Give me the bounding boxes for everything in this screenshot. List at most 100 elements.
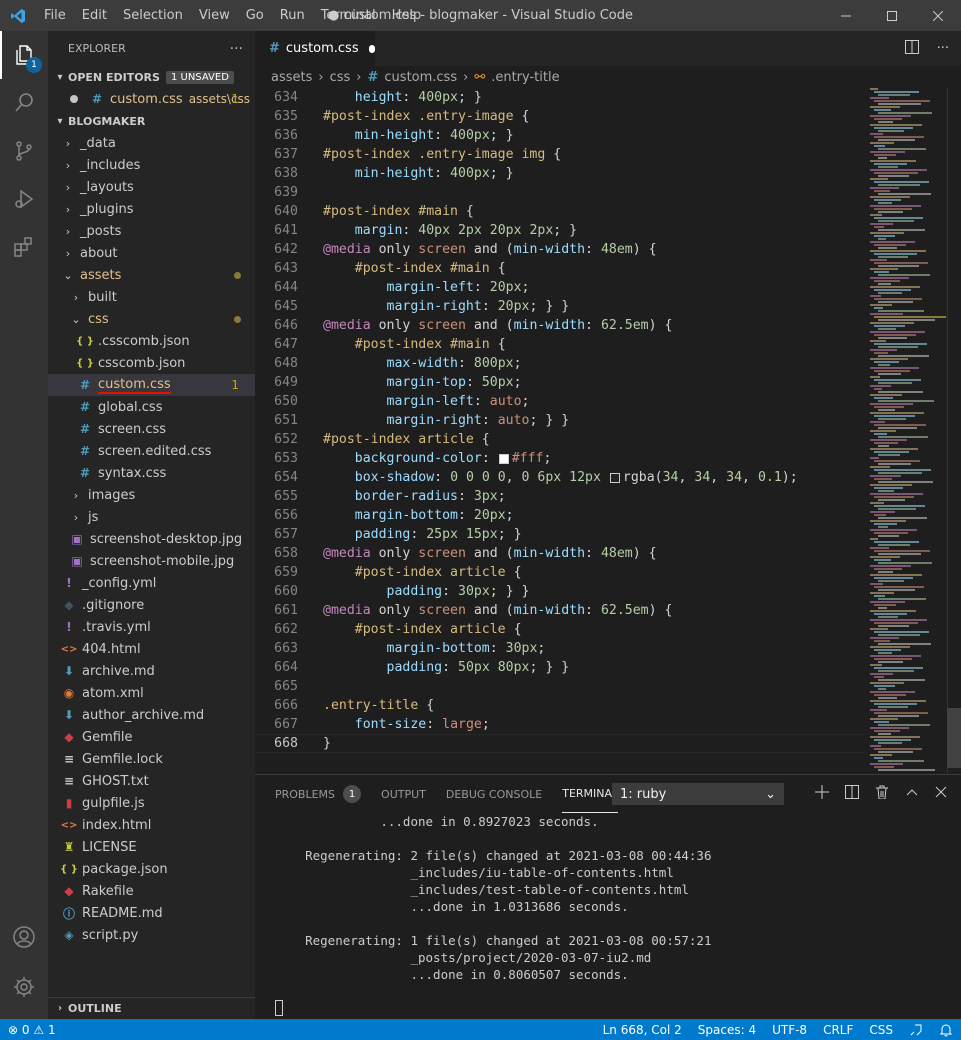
tab-output[interactable]: OUTPUT <box>381 775 426 813</box>
tree-item-custom-css[interactable]: # custom.css 1 <box>48 374 255 396</box>
tree-item--includes[interactable]: › _includes <box>48 154 255 176</box>
tree-item-404-html[interactable]: <> 404.html <box>48 638 255 660</box>
breadcrumb-item[interactable]: custom.css <box>384 70 457 85</box>
editor-scrollbar[interactable] <box>947 88 961 773</box>
html-file-icon: <> <box>60 819 78 831</box>
tree-item-built[interactable]: › built <box>48 286 255 308</box>
open-editor-item[interactable]: # custom.css assets\css 1 <box>48 88 255 110</box>
tree-item--plugins[interactable]: › _plugins <box>48 198 255 220</box>
menu-help[interactable]: Help <box>384 0 430 31</box>
tab-terminal[interactable]: TERMINAL <box>562 775 619 813</box>
tree-item-readme-md[interactable]: ⓘ README.md <box>48 902 255 924</box>
more-actions-icon[interactable]: ··· <box>230 41 243 57</box>
more-actions-icon[interactable]: ··· <box>937 41 949 56</box>
tree-item-css[interactable]: ⌄ css <box>48 308 255 330</box>
tree-item-screenshot-desktop-jpg[interactable]: ▣ screenshot-desktop.jpg <box>48 528 255 550</box>
code-line: 640 #post-index #main { <box>255 202 865 221</box>
maximize-icon[interactable] <box>869 0 915 31</box>
language-mode[interactable]: CSS <box>861 1019 901 1040</box>
tree-item--posts[interactable]: › _posts <box>48 220 255 242</box>
menu-go[interactable]: Go <box>238 0 272 31</box>
tree-item-screen-css[interactable]: # screen.css <box>48 418 255 440</box>
menu-selection[interactable]: Selection <box>115 0 191 31</box>
open-editors-section[interactable]: ▾ OPEN EDITORS 1 UNSAVED <box>48 66 255 88</box>
tree-item-index-html[interactable]: <> index.html <box>48 814 255 836</box>
tree-item--layouts[interactable]: › _layouts <box>48 176 255 198</box>
tree-item--csscomb-json[interactable]: { } .csscomb.json <box>48 330 255 352</box>
tree-item-about[interactable]: › about <box>48 242 255 264</box>
indentation[interactable]: Spaces: 4 <box>690 1019 764 1040</box>
tree-item-ghost-txt[interactable]: ≡ GHOST.txt <box>48 770 255 792</box>
close-window-icon[interactable] <box>915 0 961 31</box>
tree-item-images[interactable]: › images <box>48 484 255 506</box>
line-ending[interactable]: CRLF <box>815 1019 861 1040</box>
code-token: : <box>434 128 451 143</box>
account-icon[interactable] <box>0 913 48 961</box>
tree-item--gitignore[interactable]: ◆ .gitignore <box>48 594 255 616</box>
tree-item-gemfile[interactable]: ◆ Gemfile <box>48 726 255 748</box>
feedback-icon[interactable] <box>901 1019 931 1040</box>
extensions-icon[interactable] <box>0 223 48 271</box>
trash-icon[interactable] <box>875 785 889 803</box>
tree-item-author-archive-md[interactable]: ⬇ author_archive.md <box>48 704 255 726</box>
code-editor[interactable]: 634 height: 400px; } 635 #post-index .entr… <box>255 88 865 773</box>
color-swatch[interactable] <box>498 453 509 464</box>
tab-problems[interactable]: PROBLEMS 1 <box>275 775 362 813</box>
chevron-up-icon[interactable] <box>905 785 919 803</box>
explorer-activity-icon[interactable]: 1 <box>0 31 48 79</box>
breadcrumb-item[interactable]: assets <box>271 70 312 85</box>
split-terminal-icon[interactable] <box>845 785 859 803</box>
terminal-line: ...done in 0.8927023 seconds. <box>275 814 599 829</box>
minimap[interactable] <box>870 88 946 773</box>
menu-file[interactable]: File <box>36 0 74 31</box>
code-token: screen <box>418 242 466 257</box>
project-section[interactable]: ▾ BLOGMAKER <box>48 110 255 132</box>
line-number: 668 <box>274 736 298 751</box>
tree-item-license[interactable]: ♜ LICENSE <box>48 836 255 858</box>
breadcrumb-item[interactable]: css <box>330 70 351 85</box>
tree-item-assets[interactable]: ⌄ assets <box>48 264 255 286</box>
outline-section[interactable]: › OUTLINE <box>48 997 255 1019</box>
new-terminal-icon[interactable] <box>815 785 829 803</box>
tab-custom-css[interactable]: # custom.css <box>255 31 375 66</box>
tree-item--config-yml[interactable]: ! _config.yml <box>48 572 255 594</box>
menu-edit[interactable]: Edit <box>74 0 115 31</box>
tree-item-csscomb-json[interactable]: { } csscomb.json <box>48 352 255 374</box>
breadcrumb-item[interactable]: .entry-title <box>491 70 559 85</box>
tree-item-gulpfile-js[interactable]: ▮ gulpfile.js <box>48 792 255 814</box>
minimize-icon[interactable] <box>823 0 869 31</box>
menu-run[interactable]: Run <box>272 0 313 31</box>
terminal-output[interactable]: ...done in 0.8927023 seconds. Regenerati… <box>275 813 711 983</box>
color-swatch[interactable] <box>609 472 620 483</box>
search-activity-icon[interactable] <box>0 79 48 127</box>
source-control-icon[interactable] <box>0 127 48 175</box>
scrollbar-thumb[interactable] <box>947 708 961 768</box>
encoding[interactable]: UTF-8 <box>764 1019 815 1040</box>
tab-debug-console[interactable]: DEBUG CONSOLE <box>446 775 542 813</box>
menu-terminal[interactable]: Terminal <box>313 0 384 31</box>
tree-item-screenshot-mobile-jpg[interactable]: ▣ screenshot-mobile.jpg <box>48 550 255 572</box>
terminal-select[interactable]: 1: ruby ⌄ <box>612 783 784 805</box>
unsaved-dot-icon[interactable] <box>368 44 375 53</box>
cursor-position[interactable]: Ln 668, Col 2 <box>595 1019 690 1040</box>
tree-item-js[interactable]: › js <box>48 506 255 528</box>
tree-item-script-py[interactable]: ◈ script.py <box>48 924 255 946</box>
tree-item--data[interactable]: › _data <box>48 132 255 154</box>
close-panel-icon[interactable] <box>935 786 947 802</box>
problems-status[interactable]: ⊗ 0 ⚠ 1 <box>0 1019 64 1040</box>
tree-item-atom-xml[interactable]: ◉ atom.xml <box>48 682 255 704</box>
run-debug-icon[interactable] <box>0 175 48 223</box>
tree-item-archive-md[interactable]: ⬇ archive.md <box>48 660 255 682</box>
tree-item-screen-edited-css[interactable]: # screen.edited.css <box>48 440 255 462</box>
tree-item--travis-yml[interactable]: ! .travis.yml <box>48 616 255 638</box>
settings-gear-icon[interactable] <box>0 963 48 1011</box>
notifications-bell-icon[interactable] <box>931 1019 961 1040</box>
tree-item-gemfile-lock[interactable]: ≡ Gemfile.lock <box>48 748 255 770</box>
menu-view[interactable]: View <box>191 0 238 31</box>
line-number: 657 <box>274 527 298 542</box>
split-editor-icon[interactable] <box>904 39 919 58</box>
tree-item-package-json[interactable]: { } package.json <box>48 858 255 880</box>
tree-item-syntax-css[interactable]: # syntax.css <box>48 462 255 484</box>
tree-item-rakefile[interactable]: ◆ Rakefile <box>48 880 255 902</box>
tree-item-global-css[interactable]: # global.css <box>48 396 255 418</box>
